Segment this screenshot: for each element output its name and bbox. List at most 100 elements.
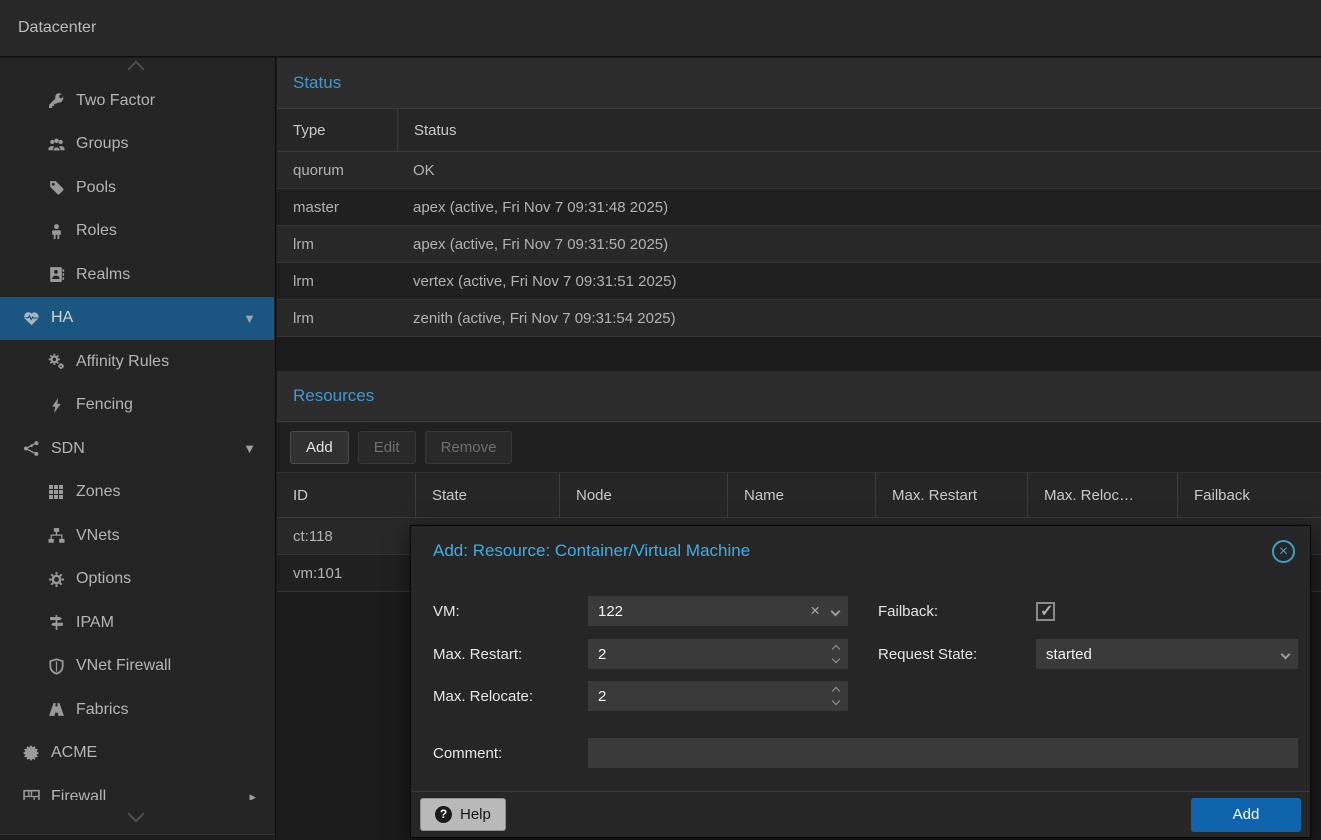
column-header-node[interactable]: Node	[559, 473, 727, 517]
add-button[interactable]: Add	[290, 431, 349, 464]
cell-type: lrm	[277, 273, 397, 290]
request-state-field-row: Request State: started	[878, 639, 1298, 669]
column-header-failback[interactable]: Failback	[1177, 473, 1321, 517]
spinner[interactable]	[833, 646, 839, 662]
grid-icon	[45, 484, 67, 500]
resources-panel-title: Resources	[277, 371, 1321, 422]
max-relocate-value: 2	[598, 688, 827, 705]
failback-checkbox[interactable]: ✓	[1036, 602, 1055, 621]
table-row[interactable]: master apex (active, Fri Nov 7 09:31:48 …	[277, 189, 1321, 226]
remove-button[interactable]: Remove	[425, 431, 513, 464]
help-button[interactable]: ? Help	[420, 798, 506, 831]
help-button-label: Help	[460, 806, 491, 823]
max-restart-stepper[interactable]: 2	[588, 639, 848, 669]
sidebar-tree: Two Factor Groups Pools Roles Realms	[0, 79, 274, 800]
sidebar-item-label: SDN	[51, 440, 85, 458]
status-panel-title: Status	[277, 58, 1321, 109]
bolt-icon	[45, 397, 67, 414]
vm-combobox[interactable]: 122 ×	[588, 596, 848, 626]
column-header-type[interactable]: Type	[277, 109, 397, 151]
chevron-down-icon[interactable]	[831, 606, 841, 616]
checkmark-icon: ✓	[1040, 601, 1053, 621]
vm-value: 122	[598, 603, 810, 620]
address-book-icon	[45, 266, 67, 283]
road-icon	[45, 701, 67, 718]
spinner-down-icon[interactable]	[832, 697, 840, 705]
column-header-status[interactable]: Status	[397, 109, 1321, 151]
cell-type: lrm	[277, 310, 397, 327]
request-state-label: Request State:	[878, 646, 1036, 663]
heart-pulse-icon	[20, 310, 42, 327]
dialog-footer: ? Help Add	[411, 792, 1310, 837]
table-row[interactable]: lrm vertex (active, Fri Nov 7 09:31:51 2…	[277, 263, 1321, 300]
spinner-up-icon[interactable]	[832, 687, 840, 695]
max-relocate-stepper[interactable]: 2	[588, 681, 848, 711]
sidebar-item-pools[interactable]: Pools	[0, 166, 274, 210]
scroll-up-icon[interactable]	[128, 61, 145, 78]
sidebar-item-ipam[interactable]: IPAM	[0, 601, 274, 645]
request-state-dropdown[interactable]: started	[1036, 639, 1298, 669]
sidebar-item-zones[interactable]: Zones	[0, 471, 274, 515]
spinner-down-icon[interactable]	[832, 655, 840, 663]
sidebar-item-vnets[interactable]: VNets	[0, 514, 274, 558]
sidebar-item-realms[interactable]: Realms	[0, 253, 274, 297]
max-restart-label: Max. Restart:	[433, 646, 588, 663]
sidebar-item-label: Zones	[76, 483, 120, 501]
sidebar-item-acme[interactable]: ACME	[0, 732, 274, 776]
chevron-down-icon[interactable]: ▼	[243, 311, 256, 326]
sidebar-item-roles[interactable]: Roles	[0, 210, 274, 254]
close-icon[interactable]: ×	[1272, 540, 1295, 563]
cell-type: master	[277, 199, 397, 216]
share-nodes-icon	[20, 440, 42, 457]
firewall-icon	[20, 788, 42, 800]
gears-icon	[45, 353, 67, 370]
column-header-name[interactable]: Name	[727, 473, 875, 517]
sidebar-item-label: Pools	[76, 179, 116, 197]
sidebar-item-fencing[interactable]: Fencing	[0, 384, 274, 428]
sidebar-item-affinity-rules[interactable]: Affinity Rules	[0, 340, 274, 384]
chevron-down-icon[interactable]: ▼	[243, 441, 256, 456]
column-header-state[interactable]: State	[415, 473, 559, 517]
table-row[interactable]: quorum OK	[277, 152, 1321, 189]
dialog-add-button[interactable]: Add	[1191, 798, 1301, 832]
comment-input[interactable]	[588, 738, 1298, 768]
column-header-max-restart[interactable]: Max. Restart	[875, 473, 1027, 517]
spinner[interactable]	[833, 688, 839, 704]
edit-button[interactable]: Edit	[358, 431, 416, 464]
sidebar-item-label: Two Factor	[76, 92, 155, 110]
failback-label: Failback:	[878, 603, 1036, 620]
max-restart-value: 2	[598, 646, 827, 663]
scroll-down-icon[interactable]	[128, 806, 145, 823]
page-title: Datacenter	[0, 19, 96, 37]
sidebar-item-fabrics[interactable]: Fabrics	[0, 688, 274, 732]
column-header-id[interactable]: ID	[277, 473, 415, 517]
sidebar-item-two-factor[interactable]: Two Factor	[0, 79, 274, 123]
vm-label: VM:	[433, 603, 588, 620]
sidebar-item-label: Roles	[76, 222, 117, 240]
sidebar-bottom-edge	[0, 834, 274, 840]
cell-status: vertex (active, Fri Nov 7 09:31:51 2025)	[397, 273, 1321, 290]
cell-status: apex (active, Fri Nov 7 09:31:50 2025)	[397, 236, 1321, 253]
clear-icon[interactable]: ×	[810, 601, 820, 621]
sidebar-item-vnet-firewall[interactable]: VNet Firewall	[0, 645, 274, 689]
sidebar-item-label: Options	[76, 570, 131, 588]
table-row[interactable]: lrm zenith (active, Fri Nov 7 09:31:54 2…	[277, 300, 1321, 337]
sidebar-item-ha[interactable]: HA ▼	[0, 297, 274, 341]
dialog-titlebar: Add: Resource: Container/Virtual Machine…	[411, 526, 1310, 576]
sidebar-item-groups[interactable]: Groups	[0, 123, 274, 167]
spinner-up-icon[interactable]	[832, 645, 840, 653]
chevron-down-icon[interactable]	[1281, 649, 1291, 659]
status-panel: Status Type Status quorum OK master apex…	[277, 58, 1321, 337]
column-header-max-relocate[interactable]: Max. Reloc…	[1027, 473, 1177, 517]
table-row[interactable]: lrm apex (active, Fri Nov 7 09:31:50 202…	[277, 226, 1321, 263]
cell-id: ct:118	[277, 528, 415, 545]
sidebar-item-options[interactable]: Options	[0, 558, 274, 602]
question-icon: ?	[435, 806, 452, 823]
sidebar-item-label: Realms	[76, 266, 130, 284]
sidebar-item-label: Firewall	[51, 788, 106, 800]
chevron-right-icon[interactable]: ▸	[249, 789, 256, 800]
tag-icon	[45, 179, 67, 196]
sidebar-item-sdn[interactable]: SDN ▼	[0, 427, 274, 471]
sidebar-item-firewall[interactable]: Firewall ▸	[0, 775, 274, 800]
comment-field-row: Comment:	[433, 738, 1298, 768]
